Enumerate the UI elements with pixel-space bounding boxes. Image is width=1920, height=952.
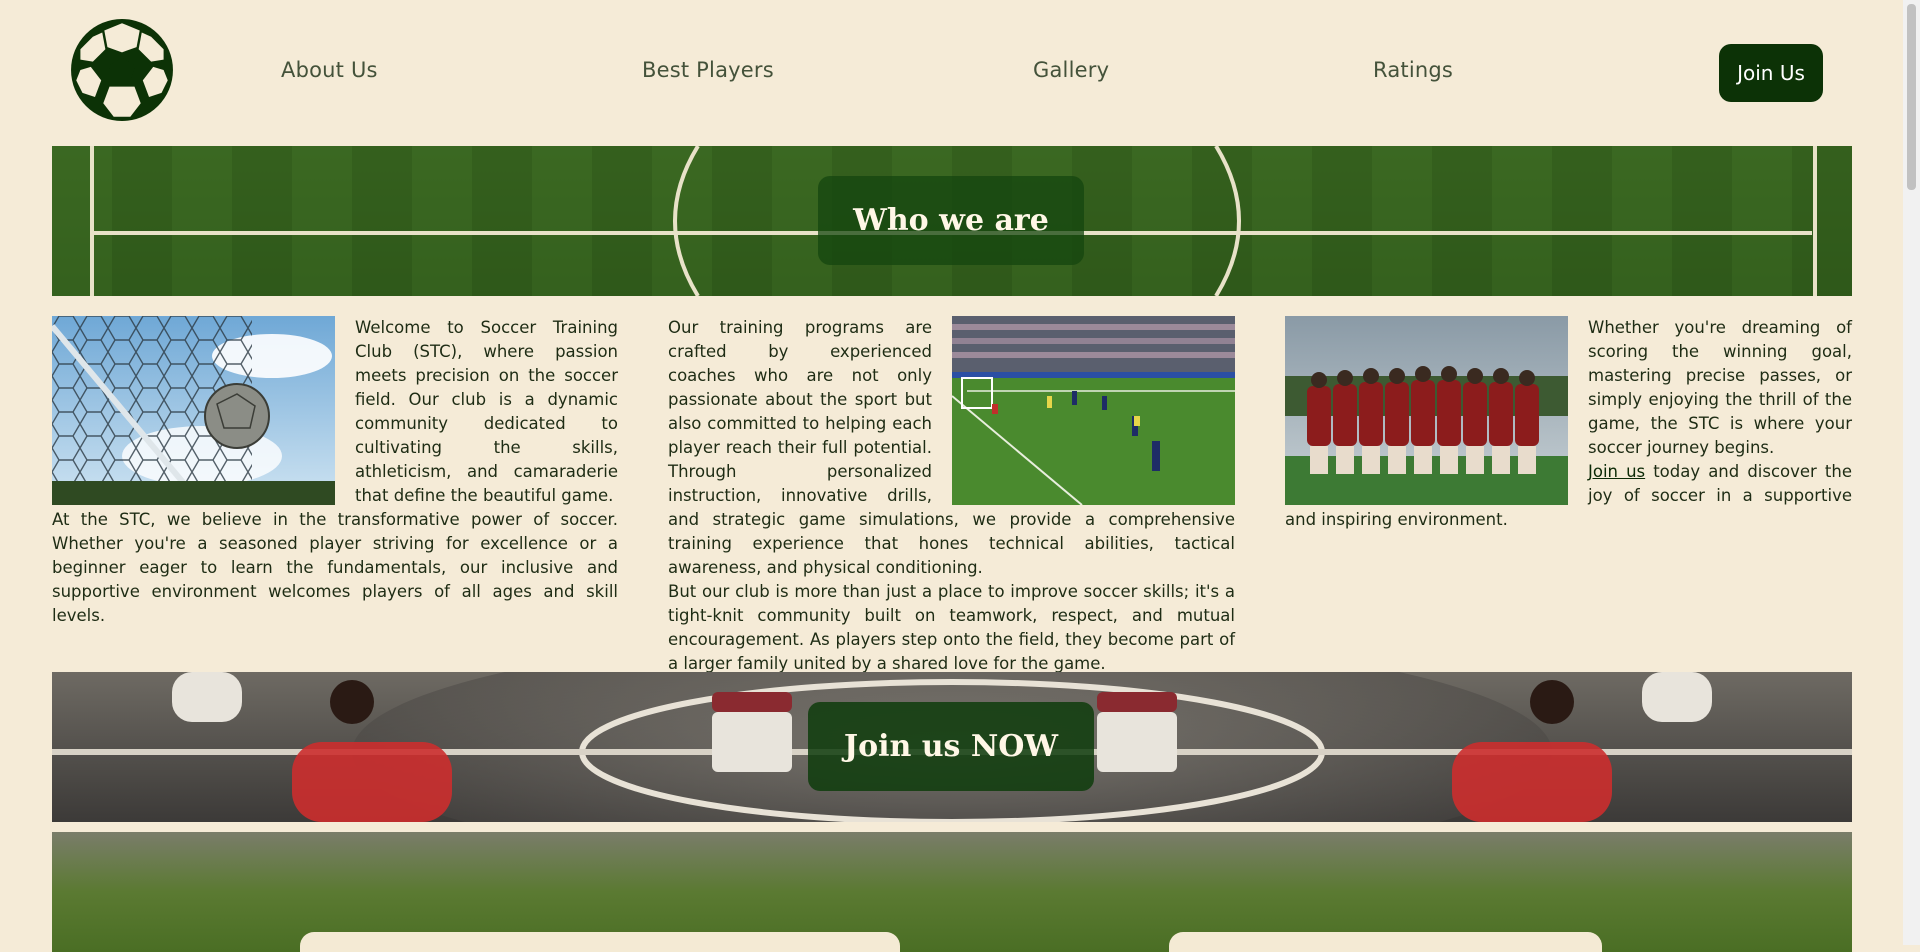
page-scrollbar[interactable] (1903, 0, 1920, 945)
lower-card-left (300, 932, 900, 952)
lower-card-right (1169, 932, 1602, 952)
nav-gallery[interactable]: Gallery (1033, 58, 1109, 82)
soccer-ball-icon[interactable] (70, 18, 174, 122)
nav-best-players[interactable]: Best Players (642, 58, 774, 82)
ball-in-net-image (52, 316, 335, 505)
intro-column-2: Our training programs are crafted by exp… (668, 316, 1235, 676)
who-we-are-title: Who we are (818, 176, 1084, 265)
who-we-are-banner: Who we are (52, 146, 1852, 296)
nav-about-us[interactable]: About Us (281, 58, 378, 82)
intro-column-3: Whether you're dreaming of scoring the w… (1285, 316, 1852, 532)
intro-column-1: Welcome to Soccer Training Club (STC), w… (52, 316, 618, 628)
team-huddle-image (1285, 316, 1568, 505)
join-now-button[interactable]: Join us NOW (808, 702, 1094, 791)
join-now-banner: Join us NOW (52, 672, 1852, 822)
nav-ratings[interactable]: Ratings (1373, 58, 1453, 82)
stadium-match-image (952, 316, 1235, 505)
join-us-button[interactable]: Join Us (1719, 44, 1823, 102)
lower-section (52, 832, 1852, 952)
scrollbar-thumb[interactable] (1907, 4, 1916, 190)
intro-paragraph-2: At the STC, we believe in the transforma… (52, 510, 618, 625)
site-header: About Us Best Players Gallery Ratings Jo… (0, 0, 1900, 145)
community-paragraph: But our club is more than just a place t… (668, 582, 1235, 673)
join-us-link[interactable]: Join us (1588, 462, 1645, 481)
